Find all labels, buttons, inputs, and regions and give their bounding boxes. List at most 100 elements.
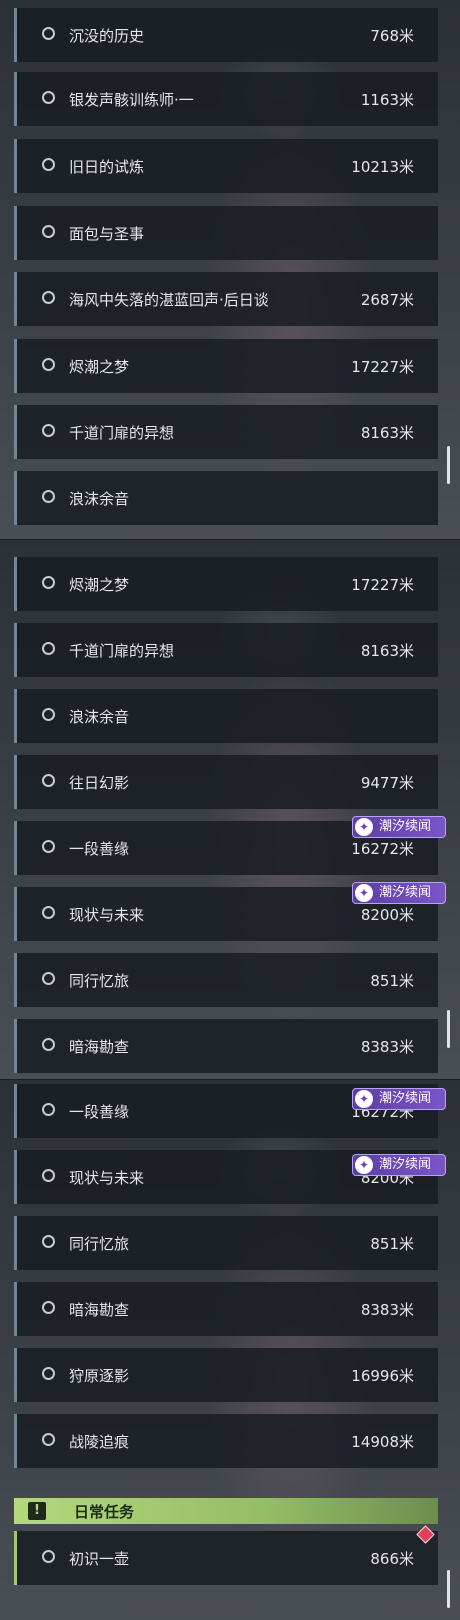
radio-icon[interactable] (42, 1103, 55, 1116)
quest-row[interactable]: 暗海勘查 8383米 (14, 1282, 438, 1336)
tide-sequel-badge: ✦ 潮汐续闻 (352, 816, 446, 838)
quest-name: 暗海勘查 (69, 1301, 130, 1319)
quest-name: 面包与圣事 (69, 225, 145, 243)
quest-name: 现状与未来 (69, 1169, 145, 1187)
quest-name: 千道门扉的异想 (69, 424, 175, 442)
quest-name: 沉没的历史 (69, 27, 145, 45)
quest-row[interactable]: 银发声骸训练师·一 1163米 (14, 72, 438, 126)
quest-name: 浪沫余音 (69, 708, 130, 726)
quest-distance: 8163米 (360, 424, 414, 442)
scrollbar-thumb[interactable] (447, 446, 450, 484)
quest-name: 同行忆旅 (69, 1235, 130, 1253)
quest-name: 现状与未来 (69, 906, 145, 924)
radio-icon[interactable] (42, 1433, 55, 1446)
radio-icon[interactable] (42, 225, 55, 238)
quest-name: 银发声骸训练师·一 (69, 91, 194, 109)
tide-sequel-badge: ✦ 潮汐续闻 (352, 1088, 446, 1110)
radio-icon[interactable] (42, 1367, 55, 1380)
daily-quest-row[interactable]: 初识一壶 866米 (14, 1531, 438, 1585)
quest-row[interactable]: 同行忆旅 851米 (14, 953, 438, 1007)
badge-label: 潮汐续闻 (379, 1091, 432, 1106)
radio-icon[interactable] (42, 642, 55, 655)
quest-row[interactable]: 浪沫余音 (14, 689, 438, 743)
radio-icon[interactable] (42, 91, 55, 104)
quest-distance: 17227米 (351, 576, 414, 594)
quest-row[interactable]: 千道门扉的异想 8163米 (14, 405, 438, 459)
quest-distance: 2687米 (360, 291, 414, 309)
radio-icon[interactable] (42, 358, 55, 371)
quest-name: 旧日的试炼 (69, 158, 145, 176)
quest-row[interactable]: 烬潮之梦 17227米 (14, 557, 438, 611)
quest-distance: 17227米 (351, 358, 414, 376)
quest-distance: 8383米 (360, 1038, 414, 1056)
quest-distance: 768米 (370, 27, 414, 45)
quest-distance: 16996米 (351, 1367, 414, 1385)
radio-icon[interactable] (42, 774, 55, 787)
quest-row[interactable]: 狩原逐影 16996米 (14, 1348, 438, 1402)
radio-icon[interactable] (42, 906, 55, 919)
quest-list-panel-1: 沉没的历史 768米 银发声骸训练师·一 1163米 旧日的试炼 10213米 … (0, 0, 460, 540)
radio-icon[interactable] (42, 1038, 55, 1051)
quest-distance: 16272米 (351, 840, 414, 858)
wave-icon: ✦ (355, 1156, 373, 1174)
quest-distance: 8163米 (360, 642, 414, 660)
scrollbar-thumb[interactable] (447, 1010, 450, 1048)
wave-icon: ✦ (355, 818, 373, 836)
quest-row[interactable]: 浪沫余音 (14, 471, 438, 525)
exclamation-icon: ! (28, 1502, 46, 1520)
quest-name: 同行忆旅 (69, 972, 130, 990)
radio-icon[interactable] (42, 840, 55, 853)
wave-icon: ✦ (355, 1090, 373, 1108)
radio-icon[interactable] (42, 1169, 55, 1182)
quest-name: 往日幻影 (69, 774, 130, 792)
quest-name: 浪沫余音 (69, 490, 130, 508)
quest-row[interactable]: 沉没的历史 768米 (14, 8, 438, 62)
quest-distance: 9477米 (360, 774, 414, 792)
radio-icon[interactable] (42, 708, 55, 721)
radio-icon[interactable] (42, 1301, 55, 1314)
quest-row[interactable]: 海风中失落的湛蓝回声·后日谈 2687米 (14, 272, 438, 326)
badge-label: 潮汐续闻 (379, 819, 432, 834)
radio-icon[interactable] (42, 424, 55, 437)
quest-row[interactable]: 往日幻影 9477米 (14, 755, 438, 809)
quest-distance: 8200米 (360, 906, 414, 924)
quest-name: 狩原逐影 (69, 1367, 130, 1385)
quest-row[interactable]: 同行忆旅 851米 (14, 1216, 438, 1270)
radio-icon[interactable] (42, 1235, 55, 1248)
radio-icon[interactable] (42, 158, 55, 171)
quest-row[interactable]: 暗海勘查 8383米 (14, 1019, 438, 1073)
quest-distance: 8383米 (360, 1301, 414, 1319)
radio-icon[interactable] (42, 27, 55, 40)
radio-icon[interactable] (42, 1550, 55, 1563)
quest-name: 暗海勘查 (69, 1038, 130, 1056)
quest-distance: 866米 (370, 1550, 414, 1568)
scrollbar-thumb[interactable] (447, 1570, 450, 1608)
quest-distance: 10213米 (351, 158, 414, 176)
quest-name: 烬潮之梦 (69, 576, 130, 594)
badge-label: 潮汐续闻 (379, 1157, 432, 1172)
quest-list-panel-2: 烬潮之梦 17227米 千道门扉的异想 8163米 浪沫余音 往日幻影 9477… (0, 540, 460, 1080)
radio-icon[interactable] (42, 576, 55, 589)
quest-name: 初识一壶 (69, 1550, 130, 1568)
quest-row[interactable]: 战陵追痕 14908米 (14, 1414, 438, 1468)
quest-name: 千道门扉的异想 (69, 642, 175, 660)
section-title: 日常任务 (74, 1503, 135, 1521)
quest-row[interactable]: 旧日的试炼 10213米 (14, 139, 438, 193)
quest-name: 海风中失落的湛蓝回声·后日谈 (69, 291, 269, 309)
quest-row[interactable]: 烬潮之梦 17227米 (14, 339, 438, 393)
radio-icon[interactable] (42, 972, 55, 985)
quest-name: 烬潮之梦 (69, 358, 130, 376)
quest-distance: 14908米 (351, 1433, 414, 1451)
quest-distance: 1163米 (360, 91, 414, 109)
tide-sequel-badge: ✦ 潮汐续闻 (352, 1154, 446, 1176)
badge-label: 潮汐续闻 (379, 885, 432, 900)
radio-icon[interactable] (42, 291, 55, 304)
daily-quests-header[interactable]: ! 日常任务 (14, 1498, 438, 1524)
quest-name: 战陵追痕 (69, 1433, 130, 1451)
quest-row[interactable]: 千道门扉的异想 8163米 (14, 623, 438, 677)
quest-name: 一段善缘 (69, 1103, 130, 1121)
radio-icon[interactable] (42, 490, 55, 503)
quest-name: 一段善缘 (69, 840, 130, 858)
quest-row[interactable]: 面包与圣事 (14, 206, 438, 260)
quest-distance: 851米 (370, 972, 414, 990)
